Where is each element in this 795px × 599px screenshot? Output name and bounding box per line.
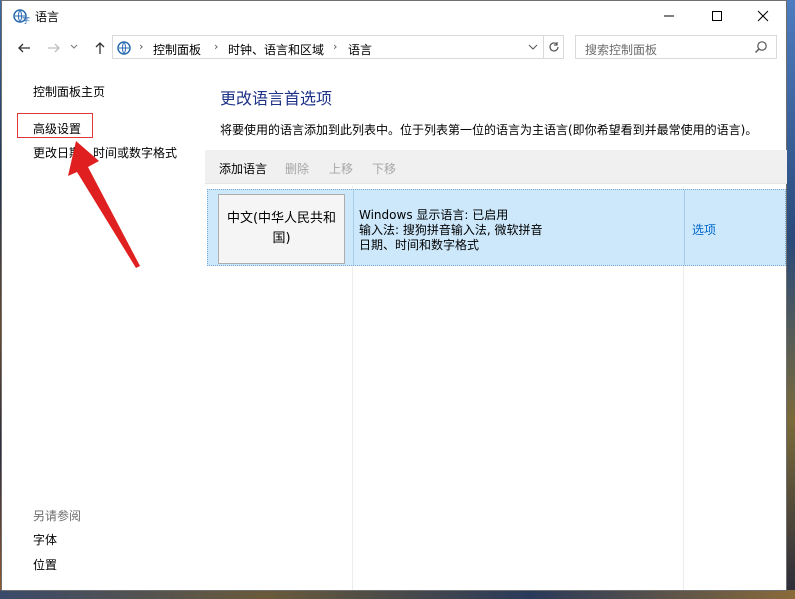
- control-panel-icon: [117, 41, 131, 55]
- recent-locations-icon[interactable]: [70, 44, 78, 50]
- language-options-link[interactable]: 选项: [692, 221, 716, 238]
- breadcrumb-separator[interactable]: ›: [139, 40, 143, 53]
- svg-text:字: 字: [22, 15, 30, 25]
- forward-arrow-icon: [48, 43, 60, 53]
- breadcrumb-language[interactable]: 语言: [348, 41, 372, 58]
- language-row[interactable]: 中文(中华人民共和国) Windows 显示语言: 已启用 输入法: 搜狗拼音输…: [207, 189, 786, 266]
- language-icon: 字: [13, 9, 30, 25]
- annotation-arrow-icon: [68, 141, 140, 268]
- breadcrumb-separator[interactable]: ›: [333, 40, 337, 53]
- move-down-button[interactable]: 下移: [372, 160, 396, 177]
- desktop-background-right: [787, 0, 795, 599]
- back-button[interactable]: [14, 38, 34, 58]
- add-language-button[interactable]: 添加语言: [219, 160, 267, 177]
- search-input[interactable]: 搜索控制面板: [575, 35, 777, 59]
- sidebar-link-fonts[interactable]: 字体: [33, 531, 57, 548]
- window-title: 语言: [35, 10, 60, 24]
- remove-button[interactable]: 删除: [285, 160, 309, 177]
- breadcrumb-separator[interactable]: ›: [214, 40, 218, 53]
- move-up-button[interactable]: 上移: [329, 160, 353, 177]
- sidebar-link-location[interactable]: 位置: [33, 556, 57, 573]
- refresh-icon: [549, 42, 559, 52]
- maximize-button[interactable]: [694, 1, 740, 31]
- date-time-number-format: 日期、时间和数字格式: [359, 238, 480, 252]
- navigation-bar: › 控制面板 › 时钟、语言和区域 › 语言 搜索控制面板: [2, 35, 786, 61]
- breadcrumb-control-panel[interactable]: 控制面板: [153, 41, 201, 58]
- breadcrumb-clock-language-region[interactable]: 时钟、语言和区域: [228, 41, 324, 58]
- back-arrow-icon: [18, 43, 30, 53]
- title-bar: 字 语言: [2, 1, 786, 31]
- row-divider: [684, 190, 685, 265]
- row-divider: [353, 190, 354, 265]
- close-icon: [757, 10, 769, 22]
- address-bar[interactable]: › 控制面板 › 时钟、语言和区域 › 语言: [112, 35, 564, 59]
- language-list: 中文(中华人民共和国) Windows 显示语言: 已启用 输入法: 搜狗拼音输…: [205, 186, 787, 590]
- language-window: 字 语言 › 控制面板 › 时钟、语言和区域 › 语言 搜索控制面板 控制面板主…: [1, 0, 787, 591]
- refresh-button[interactable]: [543, 36, 564, 58]
- minimize-button[interactable]: [646, 1, 692, 31]
- page-description: 将要使用的语言添加到此列表中。位于列表第一位的语言为主语言(即你希望看到并最常使…: [220, 123, 758, 137]
- address-dropdown[interactable]: [526, 40, 540, 54]
- up-arrow-icon: [95, 42, 105, 54]
- chevron-down-icon: [528, 44, 538, 50]
- desktop-background-bottom: [0, 590, 795, 599]
- search-icon[interactable]: [754, 40, 768, 54]
- page-title: 更改语言首选项: [220, 89, 333, 108]
- see-also-heading: 另请参阅: [33, 509, 82, 523]
- sidebar-link-control-panel-home[interactable]: 控制面板主页: [33, 83, 105, 100]
- maximize-icon: [712, 11, 722, 21]
- sidebar-link-advanced-settings[interactable]: 高级设置: [33, 120, 81, 137]
- close-button[interactable]: [740, 1, 786, 31]
- up-button[interactable]: [90, 38, 110, 58]
- language-name-tile[interactable]: 中文(中华人民共和国): [218, 194, 345, 264]
- language-toolbar: 添加语言 删除 上移 下移: [205, 150, 787, 184]
- minimize-icon: [664, 15, 674, 17]
- search-placeholder: 搜索控制面板: [585, 43, 658, 57]
- forward-button[interactable]: [44, 38, 64, 58]
